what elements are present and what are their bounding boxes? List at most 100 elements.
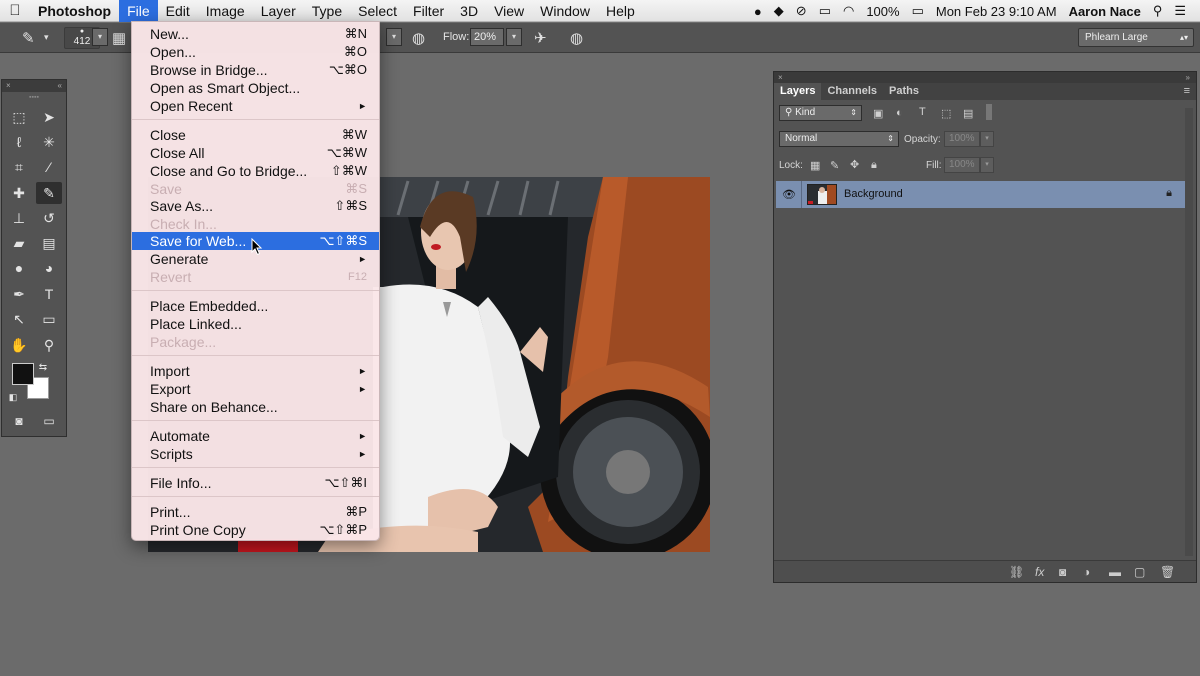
filter-smart-object-icon[interactable]: ▤ xyxy=(963,107,973,120)
battery-percent[interactable]: 100% xyxy=(866,4,899,19)
history-brush-tool-icon[interactable]: ↺ xyxy=(36,207,62,229)
airplay-icon[interactable]: ▭ xyxy=(819,3,831,19)
menu-item-browse-in-bridge[interactable]: Browse in Bridge... ⌥⌘O xyxy=(132,61,379,79)
foreground-color-swatch[interactable] xyxy=(12,363,34,385)
new-layer-icon[interactable]: ▢ xyxy=(1134,565,1145,579)
blur-tool-icon[interactable]: ● xyxy=(6,257,32,279)
screen-mode-icon[interactable]: ▭ xyxy=(36,410,62,432)
menu-item-scripts[interactable]: Scripts ► xyxy=(132,445,379,463)
menu-item-file-info[interactable]: File Info... ⌥⇧⌘I xyxy=(132,474,379,492)
menu-item-export[interactable]: Export ► xyxy=(132,380,379,398)
quick-mask-icon[interactable]: ◙ xyxy=(6,410,32,432)
collapse-icon[interactable]: » xyxy=(1186,72,1190,83)
layer-row-background[interactable]: 👁︎ Background 🔒︎ xyxy=(776,181,1186,208)
user-name[interactable]: Aaron Nace xyxy=(1069,4,1141,19)
hand-tool-icon[interactable]: ✋ xyxy=(6,334,32,356)
link-layers-icon[interactable]: ⛓ xyxy=(1009,565,1024,579)
lock-transparency-icon[interactable]: ▦ xyxy=(810,159,820,172)
adjustment-layer-icon[interactable]: ◑ xyxy=(1083,565,1090,579)
time-machine-icon[interactable]: ⊘ xyxy=(796,3,807,19)
menu-item-close[interactable]: Close ⌘W xyxy=(132,126,379,144)
evernote-icon[interactable]: ● xyxy=(754,4,762,19)
lock-pixels-icon[interactable]: ✎ xyxy=(830,159,839,172)
menu-image[interactable]: Image xyxy=(198,0,253,22)
lock-all-icon[interactable]: 🔒︎ xyxy=(871,159,877,172)
path-selection-tool-icon[interactable]: ↖ xyxy=(6,308,32,330)
move-tool-icon[interactable]: ➤ xyxy=(36,106,62,128)
panel-menu-icon[interactable]: ≡ xyxy=(1184,83,1190,100)
menu-item-open-as-smart-object[interactable]: Open as Smart Object... xyxy=(132,79,379,97)
workspace-switcher[interactable]: Phlearn Large ▴▾ xyxy=(1078,28,1194,47)
filter-type-icon[interactable]: T xyxy=(919,106,926,118)
brush-picker-dropdown[interactable]: ▾ xyxy=(92,28,108,46)
rectangle-tool-icon[interactable]: ▭ xyxy=(36,308,62,330)
layers-scrollbar[interactable] xyxy=(1185,108,1193,556)
crop-tool-icon[interactable]: ⌗ xyxy=(6,156,32,178)
layers-panel-header[interactable]: ×» xyxy=(774,72,1196,83)
opacity-dropdown[interactable]: ▾ xyxy=(386,28,402,46)
panel-grip[interactable]: ▪▪▪▪ xyxy=(2,92,66,104)
flow-input[interactable]: 20% xyxy=(470,28,504,46)
pen-tool-icon[interactable]: ✒ xyxy=(6,283,32,305)
filter-pixel-icon[interactable]: ▣ xyxy=(873,107,883,120)
opacity-dropdown[interactable]: ▾ xyxy=(980,131,994,147)
menu-item-save-as[interactable]: Save As... ⇧⌘S xyxy=(132,197,379,215)
layer-name[interactable]: Background xyxy=(844,188,903,200)
clone-stamp-tool-icon[interactable]: ⊥ xyxy=(6,207,32,229)
menu-type[interactable]: Type xyxy=(304,0,350,22)
layer-style-fx-icon[interactable]: fx xyxy=(1035,565,1044,579)
collapse-icon[interactable]: « xyxy=(58,80,62,92)
menu-3d[interactable]: 3D xyxy=(452,0,486,22)
zoom-tool-icon[interactable]: ⚲ xyxy=(36,334,62,356)
airbrush-icon[interactable]: ✈ xyxy=(534,29,547,47)
menu-item-new[interactable]: New... ⌘N xyxy=(132,25,379,43)
menu-item-import[interactable]: Import ► xyxy=(132,362,379,380)
menu-item-place-embedded[interactable]: Place Embedded... xyxy=(132,297,379,315)
tools-panel-header[interactable]: × « xyxy=(2,80,66,92)
chevron-down-icon[interactable]: ▾ xyxy=(44,32,49,43)
magic-wand-tool-icon[interactable]: ✳ xyxy=(36,131,62,153)
close-icon[interactable]: × xyxy=(6,81,11,90)
menu-item-automate[interactable]: Automate ► xyxy=(132,427,379,445)
lock-position-icon[interactable]: ✥ xyxy=(850,158,859,171)
type-tool-icon[interactable]: T xyxy=(36,283,62,305)
tab-channels[interactable]: Channels xyxy=(821,83,883,100)
flow-dropdown[interactable]: ▾ xyxy=(506,28,522,46)
clock[interactable]: Mon Feb 23 9:10 AM xyxy=(936,4,1057,19)
blend-mode-select[interactable]: Normal ⇕ xyxy=(779,131,899,147)
menu-view[interactable]: View xyxy=(486,0,532,22)
apple-icon[interactable]:  xyxy=(0,2,30,19)
filter-adjustment-icon[interactable]: ◐ xyxy=(896,107,903,119)
menu-item-print[interactable]: Print... ⌘P xyxy=(132,503,379,521)
fill-dropdown[interactable]: ▾ xyxy=(980,157,994,173)
default-colors-icon[interactable]: ◧ xyxy=(6,386,20,408)
menu-filter[interactable]: Filter xyxy=(405,0,452,22)
visibility-eye-icon[interactable]: 👁︎ xyxy=(782,188,796,201)
add-mask-icon[interactable]: ◙ xyxy=(1059,565,1066,579)
menu-window[interactable]: Window xyxy=(532,0,598,22)
eyedropper-tool-icon[interactable]: ⁄ xyxy=(36,156,62,178)
dodge-tool-icon[interactable]: ◕ xyxy=(36,257,62,279)
pressure-opacity-icon[interactable]: ◍ xyxy=(412,29,425,47)
brush-tool-icon[interactable]: ✎ xyxy=(36,182,62,204)
fill-input[interactable]: 100% xyxy=(944,157,980,173)
marquee-tool-icon[interactable]: ⬚ xyxy=(6,106,32,128)
menu-file[interactable]: File xyxy=(119,0,158,22)
gradient-tool-icon[interactable]: ▤ xyxy=(36,232,62,254)
healing-brush-tool-icon[interactable]: ✚ xyxy=(6,182,32,204)
close-icon[interactable]: × xyxy=(778,73,783,82)
spotlight-search-icon[interactable]: ⚲ xyxy=(1153,3,1163,19)
menu-item-print-one-copy[interactable]: Print One Copy ⌥⇧⌘P xyxy=(132,521,379,539)
tab-paths[interactable]: Paths xyxy=(883,83,925,100)
menu-item-open[interactable]: Open... ⌘O xyxy=(132,43,379,61)
trash-icon[interactable]: 🗑︎ xyxy=(1160,565,1175,579)
opacity-input[interactable]: 100% xyxy=(944,131,980,147)
filter-toggle[interactable] xyxy=(986,104,992,120)
swap-colors-icon[interactable]: ⇆ xyxy=(36,357,50,379)
menu-item-place-linked[interactable]: Place Linked... xyxy=(132,315,379,333)
menu-item-close-all[interactable]: Close All ⌥⌘W xyxy=(132,144,379,162)
menu-photoshop[interactable]: Photoshop xyxy=(30,0,119,22)
dropbox-icon[interactable]: ◆ xyxy=(774,3,784,19)
battery-icon[interactable]: ▭ xyxy=(912,3,924,19)
menu-select[interactable]: Select xyxy=(350,0,405,22)
